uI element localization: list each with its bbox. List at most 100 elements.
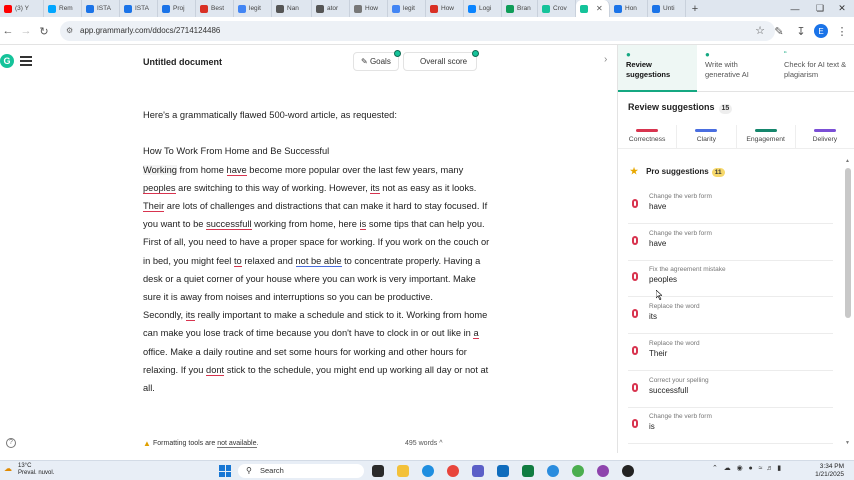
browser-tab[interactable]: Logi xyxy=(464,0,502,17)
chrome-profile-2-icon[interactable] xyxy=(572,465,584,477)
minimize-icon[interactable]: — xyxy=(783,0,807,17)
suggestion-card[interactable]: Change the verb form have xyxy=(628,190,833,224)
error-its[interactable]: its xyxy=(370,182,380,194)
browser-tab[interactable]: ISTA xyxy=(82,0,120,17)
chrome-icon[interactable] xyxy=(447,465,459,477)
suggestion-card[interactable]: Replace the word its xyxy=(628,300,833,335)
weather-widget[interactable]: ☁ 13°C Preval. nuvol. xyxy=(4,463,54,477)
suggestion-card[interactable]: Replace the word Their xyxy=(628,337,833,371)
mic-icon[interactable]: ● xyxy=(749,465,753,472)
cloud-icon[interactable]: ☁ xyxy=(724,465,731,472)
profile-avatar[interactable]: E xyxy=(814,24,828,38)
restore-icon[interactable]: ❏ xyxy=(808,0,832,17)
error-peoples[interactable]: peoples xyxy=(143,182,176,194)
battery-icon[interactable]: ▮ xyxy=(777,465,781,472)
browser-menu-icon[interactable]: ⋮ xyxy=(834,23,850,39)
volume-icon[interactable]: ♬ xyxy=(766,465,773,472)
edge-icon[interactable] xyxy=(422,465,434,477)
hamburger-menu-icon[interactable] xyxy=(20,56,32,66)
browser-tab[interactable]: How xyxy=(350,0,388,17)
outlook-icon[interactable] xyxy=(497,465,509,477)
forward-icon[interactable]: → xyxy=(18,23,34,39)
browser-tab[interactable]: Rem xyxy=(44,0,82,17)
clarity-not-be-able[interactable]: not be able xyxy=(295,255,342,267)
tab-favicon-icon xyxy=(48,4,56,13)
browser-tab[interactable]: Crov xyxy=(538,0,576,17)
help-icon[interactable]: ? xyxy=(6,438,16,448)
system-tray[interactable]: ⌃ ☁ ◉ ● ≈ ♬ ▮ xyxy=(712,464,781,472)
browser-tab[interactable]: How xyxy=(426,0,464,17)
chrome-profile-3-icon[interactable] xyxy=(597,465,609,477)
browser-tab[interactable]: Proj xyxy=(158,0,196,17)
windows-start-icon[interactable] xyxy=(219,465,231,477)
meet-icon[interactable]: ◉ xyxy=(737,465,743,472)
overall-score-button[interactable]: Overall score xyxy=(403,50,479,71)
goals-label: Goals xyxy=(369,57,391,66)
document-title[interactable]: Untitled document xyxy=(143,57,222,67)
browser-tab[interactable]: Hon xyxy=(610,0,648,17)
goals-button[interactable]: ✎ Goals xyxy=(353,50,401,71)
pro-suggestions-header[interactable]: ★ Pro suggestions 11 xyxy=(630,166,725,177)
category-engagement[interactable]: Engagement xyxy=(737,125,796,148)
error-have[interactable]: have xyxy=(226,164,247,176)
collapse-panel-icon[interactable]: › xyxy=(604,54,607,65)
file-explorer-icon[interactable] xyxy=(397,465,409,477)
app-icon[interactable] xyxy=(622,465,634,477)
error-successfull[interactable]: successfull xyxy=(206,219,252,231)
category-correctness[interactable]: Correctness xyxy=(618,125,678,148)
clock[interactable]: 3:34 PM 1/21/2025 xyxy=(800,463,844,479)
browser-tab[interactable]: Best xyxy=(196,0,234,17)
category-clarity[interactable]: Clarity xyxy=(677,125,737,148)
browser-tab[interactable]: Nan xyxy=(272,0,312,17)
text-run: really important to make a schedule and … xyxy=(143,310,488,339)
new-tab-button[interactable]: + xyxy=(686,3,704,15)
browser-tab[interactable]: Unti xyxy=(648,0,686,17)
tab-favicon-icon xyxy=(238,4,246,13)
site-info-icon[interactable]: ⚙ xyxy=(66,21,73,41)
suggestion-card[interactable]: Change the verb form have xyxy=(628,227,833,261)
teams-icon[interactable] xyxy=(472,465,484,477)
browser-tab[interactable]: Bran xyxy=(502,0,538,17)
browser-tab[interactable]: (3) Y xyxy=(0,0,44,17)
scroll-thumb[interactable] xyxy=(845,168,851,318)
url-input[interactable]: ⚙ app.grammarly.com/ddocs/2714124486 ☆ xyxy=(60,21,775,41)
bookmark-star-icon[interactable]: ☆ xyxy=(755,21,765,41)
reload-icon[interactable]: ↻ xyxy=(36,23,52,39)
error-their[interactable]: Their xyxy=(143,201,165,212)
word-working[interactable]: Working xyxy=(143,164,177,175)
error-dont[interactable]: dont xyxy=(206,364,225,376)
error-to[interactable]: to xyxy=(233,255,242,267)
excel-icon[interactable] xyxy=(522,465,534,477)
suggestion-card[interactable]: Correct your spelling successfull xyxy=(628,374,833,408)
document-editor[interactable]: Here's a grammatically flawed 500-word a… xyxy=(143,106,493,397)
taskbar-search-input[interactable]: ⚲ Search xyxy=(238,464,364,478)
tab-write-with-ai[interactable]: ● Write with generative AI xyxy=(697,45,776,91)
notice-text: Formatting tools are xyxy=(153,440,218,447)
word-count[interactable]: 495 words ^ xyxy=(405,440,443,447)
browser-tab[interactable]: ator xyxy=(312,0,350,17)
error-a[interactable]: a xyxy=(473,328,479,340)
notice-link[interactable]: not available xyxy=(217,440,257,448)
browser-tab[interactable]: legit xyxy=(388,0,426,17)
tab-review-suggestions[interactable]: ● Review suggestions xyxy=(618,45,697,92)
grammarly-logo[interactable]: G xyxy=(0,54,14,68)
close-window-icon[interactable]: ✕ xyxy=(830,0,854,17)
chrome-profile-icon[interactable] xyxy=(547,465,559,477)
extensions-icon[interactable]: ✎ xyxy=(771,23,787,39)
download-icon[interactable]: ↧ xyxy=(793,23,809,39)
category-delivery[interactable]: Delivery xyxy=(796,125,854,148)
browser-tab[interactable]: legit xyxy=(234,0,272,17)
back-icon[interactable]: ← xyxy=(0,23,16,39)
wifi-icon[interactable]: ≈ xyxy=(759,465,763,472)
browser-tab[interactable]: ISTA xyxy=(120,0,158,17)
task-view-icon[interactable] xyxy=(372,465,384,477)
suggestion-card[interactable]: Change the verb form is xyxy=(628,410,833,445)
panel-scrollbar[interactable]: ▲ ▼ xyxy=(844,158,852,448)
scroll-up-icon[interactable]: ▲ xyxy=(845,158,850,164)
scroll-down-icon[interactable]: ▼ xyxy=(845,440,850,446)
tab-ai-plagiarism[interactable]: “Check for AI text & plagiarism xyxy=(776,45,854,91)
browser-tab[interactable]: ✕ xyxy=(576,0,610,17)
chevron-up-icon[interactable]: ⌃ xyxy=(712,465,718,472)
error-its-2[interactable]: its xyxy=(185,310,196,322)
tab-close-icon[interactable]: ✕ xyxy=(596,4,603,13)
